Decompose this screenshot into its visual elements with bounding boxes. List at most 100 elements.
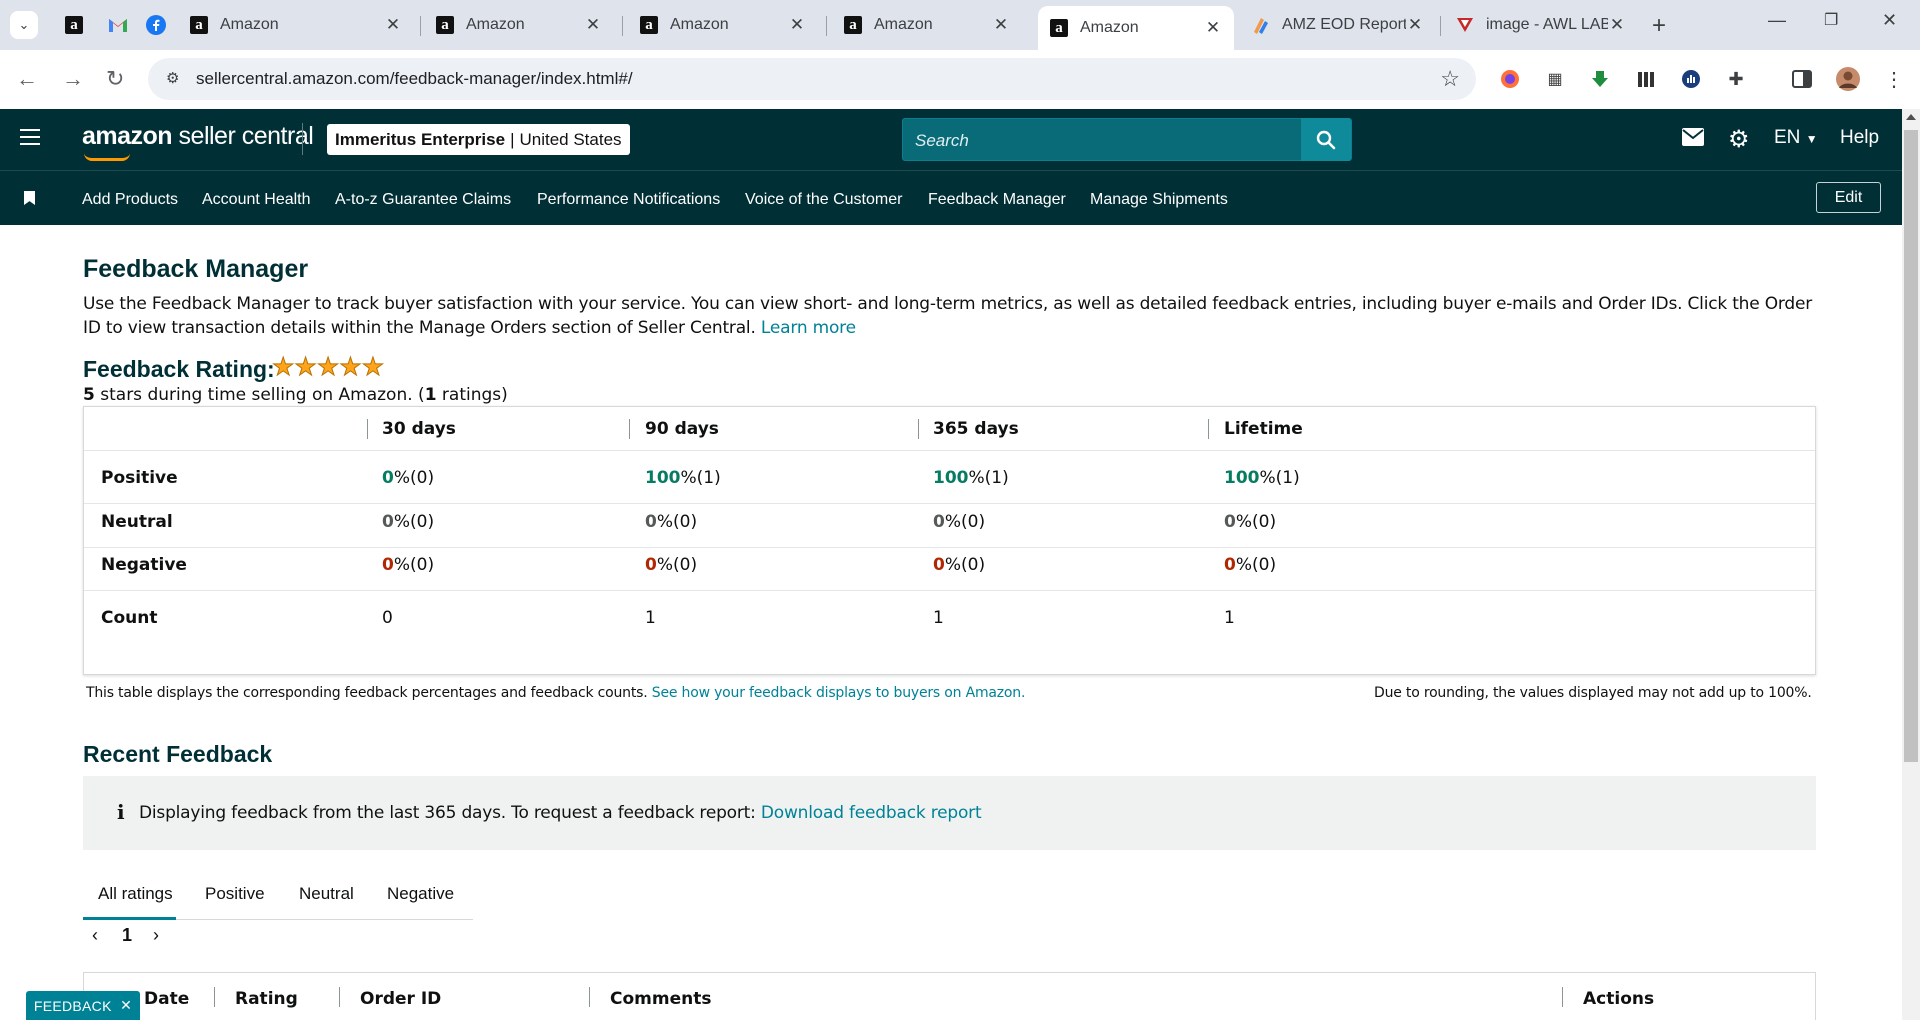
tab-negative[interactable]: Negative [387,884,454,904]
table-row: Count 0 1 1 1 [84,591,1815,644]
edit-nav-button[interactable]: Edit [1816,182,1881,213]
back-arrow-icon[interactable]: ← [16,66,38,92]
language-selector[interactable]: EN ▼ [1774,127,1818,149]
close-icon[interactable]: ✕ [120,997,132,1014]
browser-menu-icon[interactable]: ⋮ [1882,67,1906,91]
search-button[interactable] [1301,118,1351,161]
address-bar[interactable]: ⚙ sellercentral.amazon.com/feedback-mana… [148,58,1476,100]
forward-arrow-icon[interactable]: → [62,66,84,92]
close-icon[interactable]: ✕ [1406,15,1424,35]
messages-icon[interactable] [1682,128,1704,152]
info-icon: i [117,800,125,824]
close-icon[interactable]: ✕ [1608,15,1626,35]
bookmark-star-icon[interactable]: ☆ [1440,66,1460,92]
bookmark-icon[interactable] [24,191,35,205]
browser-tab[interactable]: image - AWL LAB ✕ [1444,7,1638,43]
bookmark-nav-bar: Add Products Account Health A-to-z Guara… [0,170,1902,225]
row-label: Negative [101,554,187,575]
pinned-gmail-tab[interactable] [106,13,130,37]
previous-page-icon[interactable]: ‹ [92,925,98,946]
nav-voice-of-customer[interactable]: Voice of the Customer [745,191,902,209]
recent-feedback-table: Date Rating Order ID Comments Actions [83,972,1816,1020]
tab-positive[interactable]: Positive [205,884,265,904]
extension-firefox-icon[interactable] [1498,67,1522,91]
page-title: Feedback Manager [83,255,309,283]
star-icon: ★ [271,353,295,381]
column-header: 90 days [645,419,719,439]
current-page[interactable]: 1 [122,925,132,946]
count-value: 1 [933,607,944,628]
account-switcher[interactable]: Immeritus Enterprise | United States [327,124,630,155]
star-icon: ★ [361,353,385,381]
search-input[interactable]: Search [915,131,969,151]
close-icon[interactable]: ✕ [384,15,402,35]
table-footnote: This table displays the corresponding fe… [86,685,1026,701]
feedback-rating-label: Feedback Rating: [83,356,275,382]
account-name: Immeritus Enterprise [335,129,506,149]
next-page-icon[interactable]: › [153,925,159,946]
browser-tab[interactable]: AMZ EOD Report ✕ [1240,7,1436,43]
feedback-button[interactable]: FEEDBACK ✕ [26,991,140,1020]
column-header: Rating [235,989,298,1009]
close-icon[interactable]: ✕ [992,15,1010,35]
pinned-amazon-tab[interactable]: a [62,13,86,37]
tab-all-ratings[interactable]: All ratings [98,884,173,904]
close-icon[interactable]: ✕ [788,15,806,35]
extensions-puzzle-icon[interactable]: ✚ [1724,67,1748,91]
count-value: 0 [382,607,393,628]
column-header: 365 days [933,419,1019,439]
new-tab-button[interactable]: + [1652,12,1666,40]
browser-tab-active[interactable]: a Amazon ✕ [1038,6,1234,50]
url-text[interactable]: sellercentral.amazon.com/feedback-manage… [196,69,633,89]
window-close-button[interactable]: ✕ [1882,10,1897,31]
extension-library-icon[interactable] [1634,67,1658,91]
tab-title: AMZ EOD Report [1282,16,1406,33]
help-link[interactable]: Help [1840,127,1879,149]
close-icon[interactable]: ✕ [584,15,602,35]
learn-more-link[interactable]: Learn more [761,318,856,338]
amazon-icon: a [844,16,862,34]
scrollbar-thumb[interactable] [1904,130,1918,762]
table-row: Negative 0 %(0) 0 %(0) 0 %(0) 0 %(0) [84,538,1815,591]
browser-tab[interactable]: a Amazon ✕ [832,7,1022,43]
site-settings-icon[interactable]: ⚙ [166,69,179,87]
scroll-up-arrow-icon[interactable] [1906,114,1916,120]
caret-down-icon: ▼ [1805,132,1818,146]
close-icon[interactable]: ✕ [1204,18,1222,38]
browser-tab[interactable]: a Amazon ✕ [424,7,614,43]
settings-gear-icon[interactable]: ⚙ [1728,125,1750,154]
nav-account-health[interactable]: Account Health [202,191,311,209]
info-alert: i Displaying feedback from the last 365 … [83,776,1816,850]
table-header-row: 30 days 90 days 365 days Lifetime [84,407,1815,451]
feedback-display-link[interactable]: See how your feedback displays to buyers… [652,685,1026,701]
amazon-icon: a [436,16,454,34]
extension-qr-icon[interactable]: ▦ [1543,67,1567,91]
amazon-smile-icon [84,153,130,161]
side-panel-icon[interactable] [1790,67,1814,91]
profile-avatar[interactable] [1836,67,1860,91]
download-feedback-report-link[interactable]: Download feedback report [761,803,982,823]
nav-feedback-manager[interactable]: Feedback Manager [928,191,1066,209]
row-label: Count [101,607,158,628]
tab-search-button[interactable]: ⌄ [10,11,38,39]
minimize-button[interactable]: — [1768,10,1786,31]
extension-analytics-icon[interactable] [1679,67,1703,91]
tab-neutral[interactable]: Neutral [299,884,354,904]
extension-download-icon[interactable] [1588,67,1612,91]
pinned-facebook-tab[interactable] [144,13,168,37]
browser-tab[interactable]: a Amazon ✕ [628,7,818,43]
rating-summary: 5 stars during time selling on Amazon. (… [83,385,508,405]
column-header: Actions [1583,989,1655,1009]
nav-add-products[interactable]: Add Products [82,191,178,209]
browser-tab[interactable]: a Amazon ✕ [178,7,414,43]
nav-performance-notifications[interactable]: Performance Notifications [537,191,720,209]
search-box[interactable]: Search [902,118,1352,161]
reload-icon[interactable]: ↻ [106,66,124,92]
star-icon: ★ [316,353,340,381]
restore-button[interactable]: ❐ [1824,10,1838,30]
hamburger-menu-icon[interactable] [20,129,40,150]
column-header: Lifetime [1224,419,1303,439]
nav-a-to-z-claims[interactable]: A-to-z Guarantee Claims [335,191,511,209]
seller-central-logo[interactable]: amazon seller central [82,122,314,151]
nav-manage-shipments[interactable]: Manage Shipments [1090,191,1228,209]
